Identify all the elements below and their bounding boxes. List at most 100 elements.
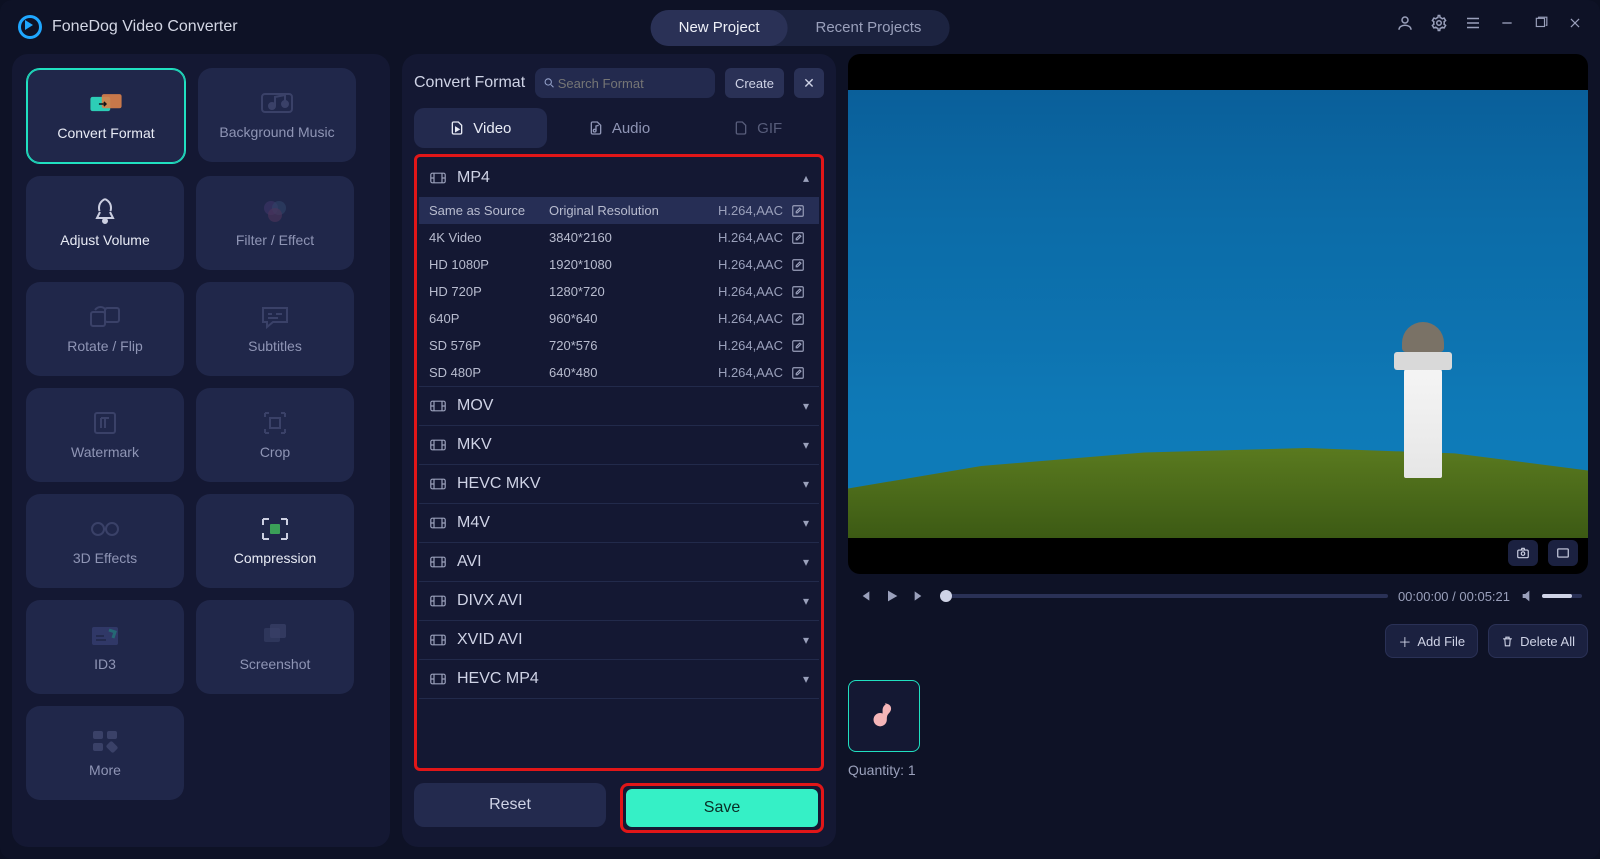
format-preset-row[interactable]: HD 1080P1920*1080H.264,AAC <box>419 251 819 278</box>
format-preset-row[interactable]: Same as SourceOriginal ResolutionH.264,A… <box>419 197 819 224</box>
format-group-header[interactable]: MOV▾ <box>419 387 819 425</box>
menu-icon[interactable] <box>1462 12 1484 34</box>
format-group-header[interactable]: MKV▾ <box>419 426 819 464</box>
format-tab-audio[interactable]: Audio <box>553 108 686 148</box>
create-button[interactable]: Create <box>725 68 784 98</box>
volume-control[interactable] <box>1520 588 1582 604</box>
tool-filter-effect[interactable]: Filter / Effect <box>196 176 354 270</box>
tools-sidebar: Convert Format Background Music Adjust Vol… <box>12 54 390 847</box>
edit-preset-icon[interactable] <box>791 258 809 272</box>
delete-all-button[interactable]: Delete All <box>1488 624 1588 658</box>
tool-3d-effects[interactable]: 3D Effects <box>26 494 184 588</box>
preset-name: SD 480P <box>429 365 549 380</box>
format-group: M4V▾ <box>419 504 819 543</box>
edit-preset-icon[interactable] <box>791 231 809 245</box>
tab-new-project[interactable]: New Project <box>651 10 788 46</box>
preview-corner-controls <box>1508 540 1578 566</box>
chevron-down-icon: ▾ <box>803 555 809 569</box>
tool-label: Subtitles <box>248 338 302 354</box>
tool-more[interactable]: More <box>26 706 184 800</box>
preview-pane: 00:00:00 / 00:05:21 ＋Add File Delete All <box>848 54 1588 847</box>
volume-track[interactable] <box>1542 594 1582 598</box>
tool-label: More <box>89 762 121 778</box>
tool-convert-format[interactable]: Convert Format <box>26 68 186 164</box>
video-preview[interactable] <box>848 54 1588 574</box>
format-preset-row[interactable]: 4K Video3840*2160H.264,AAC <box>419 224 819 251</box>
edit-preset-icon[interactable] <box>791 312 809 326</box>
format-group-header[interactable]: AVI▾ <box>419 543 819 581</box>
tool-label: Watermark <box>71 444 139 460</box>
tool-label: Filter / Effect <box>236 232 314 248</box>
format-accordion: MP4▴Same as SourceOriginal ResolutionH.2… <box>419 159 819 766</box>
search-input[interactable] <box>556 75 707 92</box>
preset-resolution: 3840*2160 <box>549 230 699 245</box>
maximize-icon[interactable] <box>1530 12 1552 34</box>
reset-button[interactable]: Reset <box>414 783 606 827</box>
screenshot-icon <box>258 622 292 648</box>
edit-preset-icon[interactable] <box>791 204 809 218</box>
seek-knob[interactable] <box>940 590 952 602</box>
fullscreen-icon[interactable] <box>1548 540 1578 566</box>
edit-preset-icon[interactable] <box>791 339 809 353</box>
crop-icon <box>258 410 292 436</box>
tool-screenshot[interactable]: Screenshot <box>196 600 354 694</box>
format-group-header[interactable]: HEVC MKV▾ <box>419 465 819 503</box>
seek-track[interactable] <box>940 594 1388 598</box>
play-icon[interactable] <box>882 586 902 606</box>
chevron-down-icon: ▾ <box>803 399 809 413</box>
format-group-header[interactable]: DIVX AVI▾ <box>419 582 819 620</box>
add-file-button[interactable]: ＋Add File <box>1385 624 1478 658</box>
preset-codec: H.264,AAC <box>699 338 783 353</box>
preset-name: SD 576P <box>429 338 549 353</box>
tool-adjust-volume[interactable]: Adjust Volume <box>26 176 184 270</box>
format-group-icon <box>429 514 447 532</box>
preset-resolution: 640*480 <box>549 365 699 380</box>
format-group: MP4▴Same as SourceOriginal ResolutionH.2… <box>419 159 819 387</box>
account-icon[interactable] <box>1394 12 1416 34</box>
tool-subtitles[interactable]: Subtitles <box>196 282 354 376</box>
format-group-icon <box>429 670 447 688</box>
minimize-icon[interactable] <box>1496 12 1518 34</box>
tool-label: Background Music <box>219 124 334 140</box>
tool-background-music[interactable]: Background Music <box>198 68 356 162</box>
format-tab-video[interactable]: Video <box>414 108 547 148</box>
tool-compression[interactable]: Compression <box>196 494 354 588</box>
format-tab-gif[interactable]: GIF <box>691 108 824 148</box>
audio-tab-icon <box>588 120 604 136</box>
preset-codec: H.264,AAC <box>699 257 783 272</box>
format-preset-row[interactable]: SD 480P640*480H.264,AAC <box>419 359 819 386</box>
video-tab-icon <box>449 120 465 136</box>
chevron-down-icon: ▾ <box>803 438 809 452</box>
tool-crop[interactable]: Crop <box>196 388 354 482</box>
settings-icon[interactable] <box>1428 12 1450 34</box>
tool-label: Compression <box>234 550 316 566</box>
file-actions: ＋Add File Delete All <box>848 624 1588 658</box>
format-preset-row[interactable]: HD 720P1280*720H.264,AAC <box>419 278 819 305</box>
format-group-header[interactable]: MP4▴ <box>419 159 819 197</box>
format-type-tabs: VideoAudioGIF <box>414 108 824 148</box>
tool-label: Screenshot <box>240 656 311 672</box>
save-button[interactable]: Save <box>626 789 818 827</box>
preset-name: HD 1080P <box>429 257 549 272</box>
file-thumbnail[interactable] <box>848 680 920 752</box>
format-group-header[interactable]: HEVC MP4▾ <box>419 660 819 698</box>
edit-preset-icon[interactable] <box>791 285 809 299</box>
prev-icon[interactable] <box>854 586 874 606</box>
tool-id3[interactable]: ID3 <box>26 600 184 694</box>
close-panel-icon[interactable]: ✕ <box>794 68 824 98</box>
edit-preset-icon[interactable] <box>791 366 809 380</box>
next-icon[interactable] <box>910 586 930 606</box>
format-group: AVI▾ <box>419 543 819 582</box>
search-format[interactable] <box>535 68 715 98</box>
snapshot-icon[interactable] <box>1508 540 1538 566</box>
tab-recent-projects[interactable]: Recent Projects <box>787 10 949 46</box>
format-preset-row[interactable]: SD 576P720*576H.264,AAC <box>419 332 819 359</box>
format-preset-row[interactable]: 640P960*640H.264,AAC <box>419 305 819 332</box>
close-icon[interactable] <box>1564 12 1586 34</box>
tool-rotate-flip[interactable]: Rotate / Flip <box>26 282 184 376</box>
format-group-header[interactable]: XVID AVI▾ <box>419 621 819 659</box>
format-group: MKV▾ <box>419 426 819 465</box>
titlebar: FoneDog Video Converter New Project Rece… <box>0 0 1600 54</box>
format-group-header[interactable]: M4V▾ <box>419 504 819 542</box>
tool-watermark[interactable]: Watermark <box>26 388 184 482</box>
